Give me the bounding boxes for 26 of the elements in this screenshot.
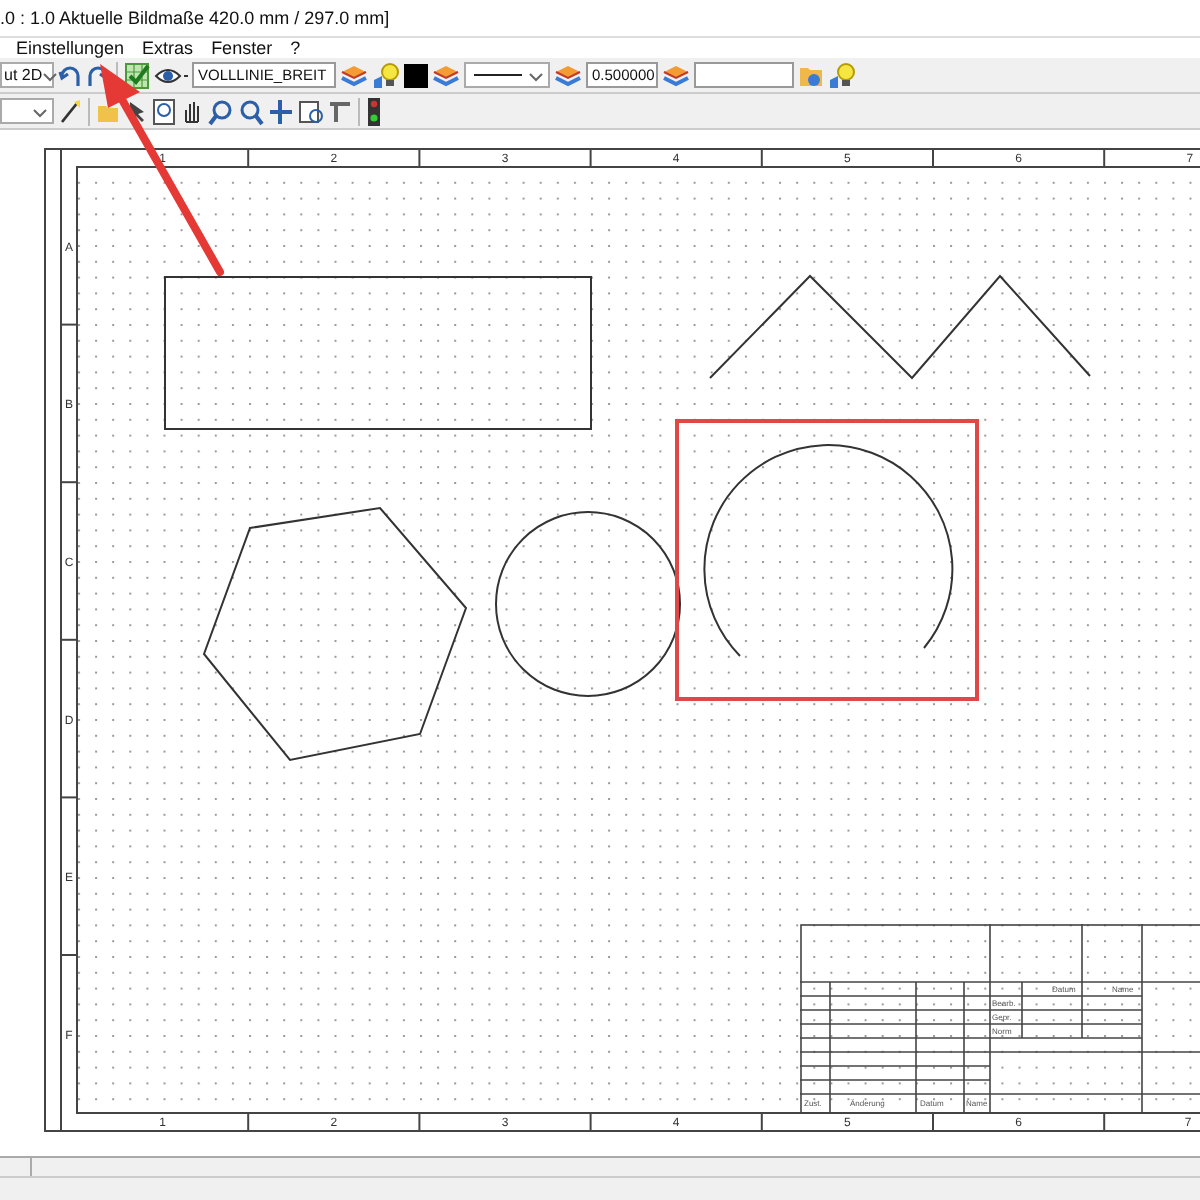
color-swatch-icon[interactable] <box>404 61 428 89</box>
zoom-out-icon[interactable] <box>238 97 264 125</box>
zoom-in-icon[interactable] <box>208 97 234 125</box>
zoom-page-icon[interactable] <box>298 97 324 125</box>
pencil-icon[interactable] <box>58 97 82 125</box>
menu-item[interactable]: Fenster <box>211 38 273 58</box>
layers-icon[interactable] <box>432 61 460 89</box>
layer-dropdown[interactable] <box>0 98 54 124</box>
grid-check-icon[interactable] <box>124 61 150 89</box>
text-field[interactable] <box>694 62 794 88</box>
layers-icon[interactable] <box>340 61 368 89</box>
hand-icon[interactable] <box>180 97 204 125</box>
menu-item[interactable]: ? <box>290 38 301 58</box>
window-title: .0 : 1.0 Aktuelle Bildmaße 420.0 mm / 297.0 mm] <box>0 8 390 28</box>
line-style-dropdown[interactable] <box>464 62 550 88</box>
menu-item[interactable]: Einstellungen <box>16 38 125 58</box>
undo-icon[interactable] <box>58 61 82 89</box>
view-dropdown[interactable]: ut 2D <box>0 62 54 88</box>
lightbulb-icon[interactable] <box>372 61 400 89</box>
layers-icon[interactable] <box>554 61 582 89</box>
cursor-icon[interactable] <box>124 97 148 125</box>
traffic-light-icon[interactable] <box>366 97 382 125</box>
layers-icon[interactable] <box>662 61 690 89</box>
menu-item[interactable]: Extras <box>142 38 194 58</box>
zoom-window-icon[interactable] <box>152 97 176 125</box>
lightbulb-icon[interactable] <box>828 61 856 89</box>
